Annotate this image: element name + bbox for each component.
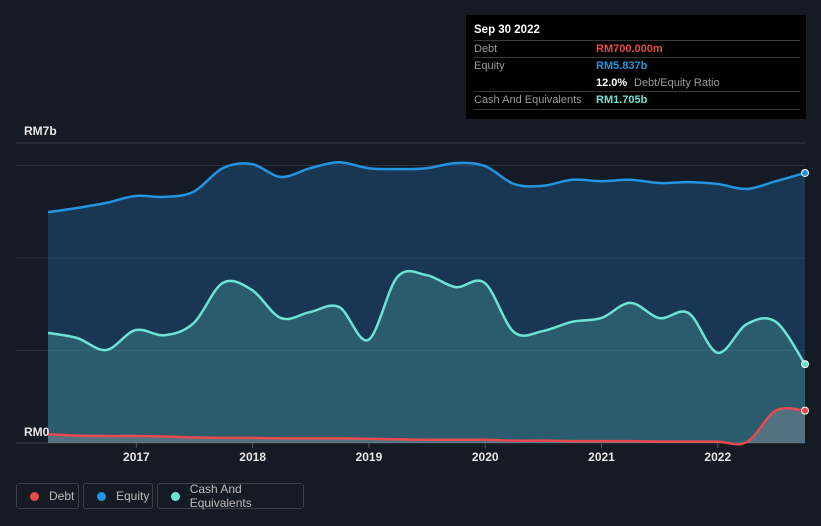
legend-debt[interactable]: Debt <box>16 483 79 509</box>
x-tick-label: 2020 <box>472 450 499 464</box>
x-tick-label: 2019 <box>356 450 383 464</box>
tooltip-cash-row: Cash And Equivalents RM1.705b <box>474 91 800 110</box>
debt-end-point <box>801 406 809 415</box>
tooltip-ratio-label: Debt/Equity Ratio <box>634 77 720 89</box>
tooltip-equity-value: RM5.837b <box>596 60 648 72</box>
equity-end-point <box>801 168 809 177</box>
x-tick-label: 2017 <box>123 450 150 464</box>
legend-cash-label: Cash And Equivalents <box>189 482 252 510</box>
equity-dot-icon <box>97 491 106 501</box>
x-tick-label: 2022 <box>704 450 731 464</box>
chart-widget: RM7b RM0 2017 2018 2019 2020 2021 2022 Sep 30… <box>0 0 821 526</box>
tooltip: Sep 30 2022 Debt RM700.000m Equity RM5.8… <box>466 15 806 119</box>
tooltip-cash-label: Cash And Equivalents <box>474 94 582 106</box>
debt-dot-icon <box>30 491 39 501</box>
x-tick-label: 2021 <box>588 450 615 464</box>
tooltip-equity-row: Equity RM5.837b 12.0% Debt/Equity Ratio <box>474 57 800 92</box>
tooltip-debt-row: Debt RM700.000m <box>474 40 800 58</box>
tooltip-debt-label: Debt <box>474 43 498 55</box>
cash-and-equivalents-end-point <box>801 360 809 369</box>
tooltip-cash-value: RM1.705b <box>596 94 648 106</box>
y-label-bottom: RM0 <box>24 425 50 439</box>
tooltip-equity-label: Equity <box>474 60 505 72</box>
legend-equity-label: Equity <box>116 489 150 503</box>
legend-equity[interactable]: Equity <box>83 483 153 509</box>
x-tick-label: 2018 <box>239 450 266 464</box>
legend-cash[interactable]: Cash And Equivalents <box>157 482 304 510</box>
tooltip-debt-value: RM700.000m <box>596 43 663 55</box>
tooltip-date: Sep 30 2022 <box>474 24 540 36</box>
legend-debt-label: Debt <box>49 489 75 503</box>
y-label-top: RM7b <box>24 124 57 138</box>
cash-dot-icon <box>171 491 180 501</box>
tooltip-ratio-value: 12.0% <box>596 77 628 89</box>
